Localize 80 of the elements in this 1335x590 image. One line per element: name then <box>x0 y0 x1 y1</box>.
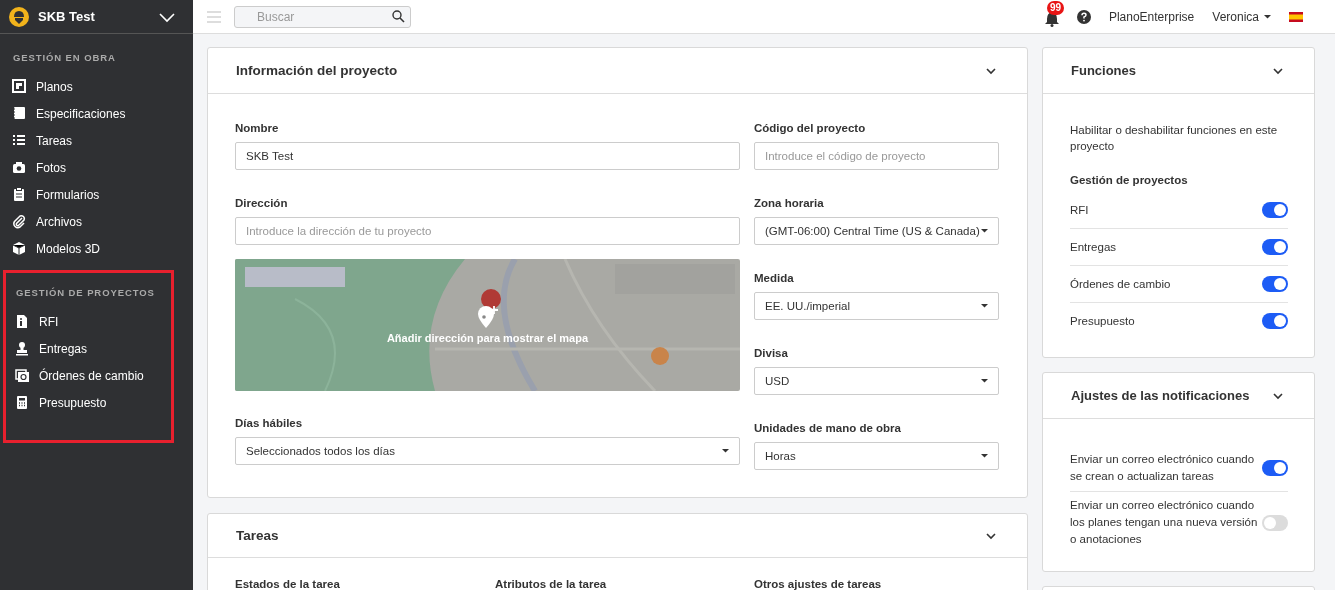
feature-label: RFI <box>1070 204 1089 216</box>
toggle-switch[interactable] <box>1262 239 1288 255</box>
map-overlay-text: Añadir dirección para mostrar el mapa <box>386 332 589 344</box>
group-heading: Gestión de proyectos <box>1070 174 1189 186</box>
sidebar-item[interactable]: Entregas <box>6 335 171 362</box>
dropdown[interactable]: USD <box>754 367 999 395</box>
list-icon <box>12 133 26 148</box>
card-title: Tareas <box>236 528 279 543</box>
stamp-icon <box>15 341 29 356</box>
sidebar-item[interactable]: Fotos <box>0 154 193 181</box>
feature-label: Entregas <box>1070 241 1117 253</box>
documents-cycle-icon <box>15 368 29 383</box>
search-icon <box>392 9 405 23</box>
caret-icon <box>981 304 988 308</box>
sidebar-item[interactable]: Formularios <box>0 181 193 208</box>
notification-count: 99 <box>1046 0 1065 15</box>
cube-icon <box>12 241 26 256</box>
section-heading: GESTIÓN DE PROYECTOS <box>15 286 156 300</box>
dropdown[interactable]: Seleccionados todos los días <box>235 437 740 465</box>
floor-plan-icon <box>12 79 26 94</box>
dropdown[interactable]: (GMT-06:00) Central Time (US & Canada) <box>754 217 999 245</box>
sidebar-item[interactable]: Modelos 3D <box>0 235 193 262</box>
sidebar-item[interactable]: Órdenes de cambio <box>6 362 171 389</box>
organization-link[interactable]: PlanoEnterprise <box>1108 9 1195 24</box>
setting-label: Enviar un correo electrónico cuando se crean o actualizan tareas <box>1070 452 1256 484</box>
input-field[interactable]: Introduce la dirección de tu proyecto <box>235 217 740 245</box>
sidebar-item[interactable]: Presupuesto <box>6 389 171 416</box>
clipboard-icon <box>12 187 26 202</box>
flag-icon <box>1289 11 1303 22</box>
caret-icon <box>981 229 988 233</box>
toggle-switch[interactable] <box>1262 313 1288 329</box>
caret-icon <box>1264 14 1271 19</box>
calculator-icon <box>15 395 29 410</box>
notebook-icon <box>12 106 26 121</box>
toggle-switch[interactable] <box>1262 202 1288 218</box>
document-info-icon <box>15 314 29 329</box>
map-pin-add-icon <box>477 306 498 328</box>
field-label: Dirección <box>235 197 289 209</box>
field-label: Código del proyecto <box>754 122 867 134</box>
field-label: Zona horaria <box>754 197 825 209</box>
input-field[interactable]: Introduce el código de proyecto <box>754 142 999 170</box>
section-heading: Estados de la tarea <box>235 578 341 590</box>
user-menu[interactable]: Veronica <box>1212 9 1271 24</box>
project-name[interactable]: SKB Test <box>38 9 150 24</box>
input-field[interactable]: SKB Test <box>235 142 740 170</box>
card-title: Información del proyecto <box>236 63 398 78</box>
section-heading: Otros ajustes de tareas <box>754 578 883 590</box>
sidebar-item[interactable]: Planos <box>0 73 193 100</box>
description-text: Habilitar o deshabilitar funciones en este proyecto <box>1070 123 1279 154</box>
field-label: Nombre <box>235 122 280 134</box>
logo-icon <box>9 6 29 27</box>
feature-label: Órdenes de cambio <box>1070 278 1171 290</box>
setting-label: Enviar un correo electrónico cuando los planes tengan una nueva versión o anotaciones <box>1070 498 1258 547</box>
sidebar-item[interactable]: Tareas <box>0 127 193 154</box>
field-label: Divisa <box>754 347 789 359</box>
help-icon <box>1076 9 1091 24</box>
camera-icon <box>12 160 26 175</box>
section-heading: Atributos de la tarea <box>495 578 608 590</box>
dropdown[interactable]: EE. UU./imperial <box>754 292 999 320</box>
paperclip-icon <box>12 214 26 229</box>
field-label: Días hábiles <box>235 417 304 429</box>
caret-icon <box>722 449 729 453</box>
feature-label: Presupuesto <box>1070 315 1135 327</box>
toggle-switch[interactable] <box>1262 276 1288 292</box>
card-title: Funciones <box>1071 63 1136 78</box>
sidebar-item[interactable]: Archivos <box>0 208 193 235</box>
chevron-down-icon <box>159 10 175 23</box>
sidebar-item[interactable]: Especificaciones <box>0 100 193 127</box>
sidebar-item[interactable]: RFI <box>6 308 171 335</box>
field-label: Unidades de mano de obra <box>754 422 902 434</box>
toggle-switch[interactable] <box>1262 460 1288 476</box>
card-title: Ajustes de las notificaciones <box>1071 388 1250 403</box>
toggle-switch[interactable] <box>1262 514 1288 531</box>
menu-icon <box>207 10 221 23</box>
caret-icon <box>981 379 988 383</box>
search-field[interactable]: Buscar <box>234 5 411 28</box>
caret-icon <box>981 454 988 458</box>
dropdown[interactable]: Horas <box>754 442 999 470</box>
field-label: Medida <box>754 272 795 284</box>
section-heading: GESTIÓN EN OBRA <box>12 51 117 65</box>
